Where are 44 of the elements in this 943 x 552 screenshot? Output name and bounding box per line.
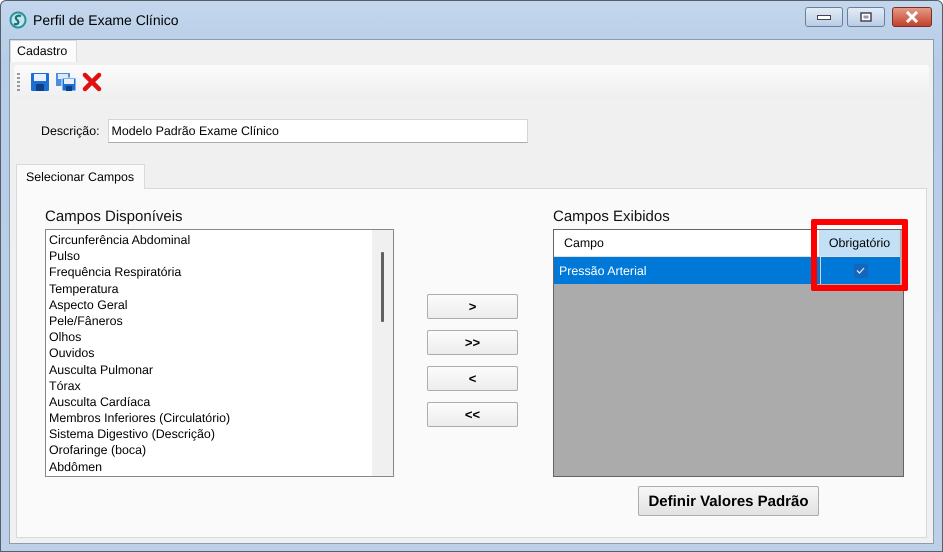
window-title: Perfil de Exame Clínico: [33, 12, 180, 28]
list-item[interactable]: Olhos: [49, 329, 82, 346]
menu-tab[interactable]: Cadastro: [10, 40, 78, 62]
scrollbar[interactable]: [372, 230, 393, 476]
available-fields-list[interactable]: [45, 229, 394, 477]
list-item[interactable]: Ausculta Cardíaca: [49, 394, 150, 410]
list-title: Campos Disponíveis: [45, 208, 184, 227]
transfer-button[interactable]: >: [427, 294, 518, 319]
transfer-button[interactable]: >>: [427, 330, 518, 355]
list-item[interactable]: Ouvidos: [49, 345, 94, 362]
list-item[interactable]: Sistema Digestivo (Descrição): [49, 426, 215, 442]
save-icon[interactable]: [30, 72, 50, 92]
transfer-button[interactable]: <: [427, 366, 518, 391]
maximize-icon: [860, 12, 872, 22]
close-icon: [905, 11, 919, 23]
list-item[interactable]: Aspecto Geral: [49, 296, 128, 313]
minimize-button[interactable]: [805, 7, 843, 27]
default-values-button[interactable]: Definir Valores Padrão: [638, 486, 819, 516]
column-header[interactable]: Campo: [554, 230, 820, 257]
minimize-icon: [817, 14, 831, 20]
list-item[interactable]: Abdômen: [49, 458, 102, 475]
list-item[interactable]: Pulso: [49, 248, 80, 264]
delete-icon[interactable]: [82, 72, 102, 92]
list-item[interactable]: Orofaringe (boca): [49, 442, 146, 459]
required-checkbox[interactable]: [854, 264, 868, 278]
tab[interactable]: Selecionar Campos: [16, 164, 146, 189]
maximize-button[interactable]: [847, 7, 885, 27]
save-all-icon[interactable]: [55, 72, 77, 92]
description-label: Descrição:: [41, 124, 100, 138]
app-logo-icon: [9, 11, 27, 29]
list-item[interactable]: Tórax: [49, 378, 81, 394]
list-item[interactable]: Pele/Fâneros: [49, 312, 123, 330]
transfer-button[interactable]: <<: [427, 402, 518, 427]
table-cell[interactable]: Pressão Arterial: [554, 257, 820, 284]
list-item[interactable]: Membros Inferiores (Circulatório): [49, 410, 230, 426]
column-header[interactable]: Obrigatório: [820, 230, 900, 257]
grid-title: Campos Exibidos: [553, 208, 671, 227]
list-item[interactable]: Ausculta Pulmonar: [49, 362, 153, 378]
check-icon: [856, 267, 865, 274]
description-field[interactable]: Modelo Padrão Exame Clínico: [108, 119, 528, 143]
list-item[interactable]: Frequência Respiratória: [49, 264, 182, 281]
close-button[interactable]: [892, 7, 932, 27]
list-item[interactable]: Temperatura: [49, 280, 119, 297]
list-item[interactable]: Circunferência Abdominal: [49, 232, 190, 248]
